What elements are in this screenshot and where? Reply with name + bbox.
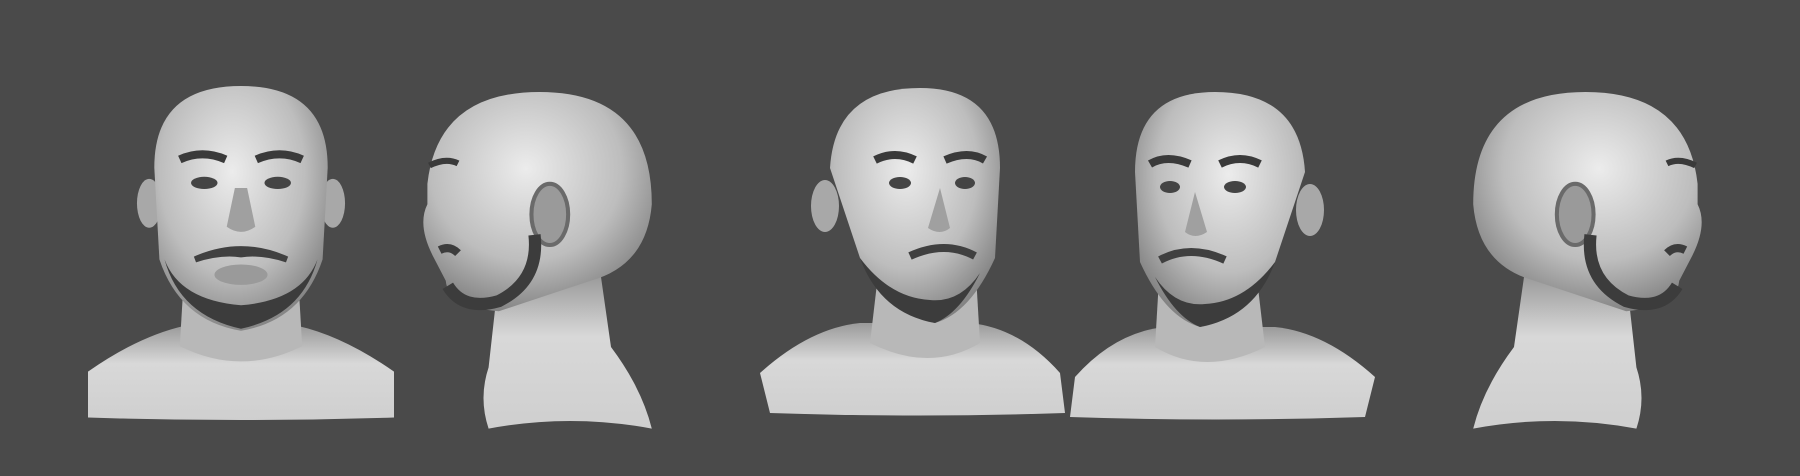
head-right-profile-view: [1473, 92, 1701, 429]
sculpt-turnaround-canvas: [0, 0, 1800, 476]
head-front-view: [88, 86, 394, 420]
head-left-profile-view: [423, 92, 651, 429]
head-three-quarter-view: [760, 88, 1065, 416]
head-three-quarter-mirrored-view: [1070, 92, 1375, 420]
